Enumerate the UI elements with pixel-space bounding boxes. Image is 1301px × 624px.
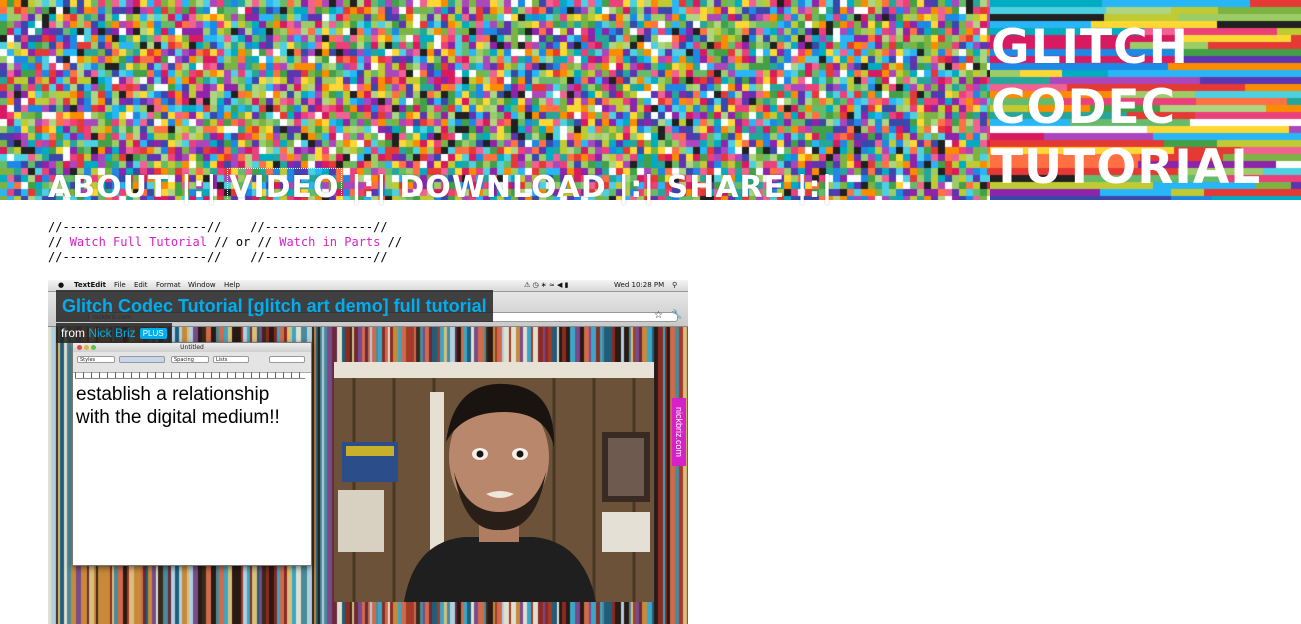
nickbriz-side-tab[interactable]: nickbriz.com [672, 398, 686, 466]
nav-share[interactable]: SHARE [667, 170, 786, 205]
menubar-clock: Wed 10:28 PM [614, 281, 665, 289]
webcam-feed [334, 362, 654, 602]
spacing-select: Spacing [171, 356, 209, 363]
close-dot-icon [77, 345, 82, 350]
list-controls [269, 356, 305, 363]
nav-separator: |:| [606, 170, 667, 205]
ascii-border-top: //--------------------// //-------------… [48, 220, 388, 234]
watch-in-parts-link[interactable]: Watch in Parts [279, 235, 380, 249]
lists-select: Lists [213, 356, 249, 363]
video-links-box: //--------------------// //-------------… [48, 220, 402, 265]
site-title: GLITCH CODEC TUTORIAL [991, 18, 1301, 198]
byline-prefix: from [61, 326, 89, 340]
zoom-dot-icon [91, 345, 96, 350]
textedit-toolbar: Styles Spacing Lists [73, 352, 311, 379]
textedit-document: establish a relationship with the digita… [76, 383, 306, 429]
bookmark-star-icon: ☆ [654, 310, 663, 321]
textedit-titlebar: Untitled [73, 343, 311, 352]
nav-download[interactable]: DOWNLOAD [399, 170, 606, 205]
ascii-suffix: // [380, 235, 403, 249]
ascii-middle: // or // [206, 235, 280, 249]
styles-select: Styles [77, 356, 115, 363]
alignment-buttons [119, 356, 165, 363]
nav-about[interactable]: ABOUT [48, 170, 169, 205]
video-title-link[interactable]: Glitch Codec Tutorial [glitch art demo] … [56, 290, 493, 322]
textedit-window: Untitled Styles Spacing Lists establish … [72, 342, 312, 566]
wrench-icon: 🔧 [671, 310, 683, 320]
nav-separator: |:| [339, 170, 400, 205]
document-line-2: with the digital medium!! [76, 407, 280, 428]
plus-badge: PLUS [139, 328, 167, 339]
document-line-1: establish a relationship [76, 384, 270, 405]
nav-separator: |:| [785, 170, 834, 205]
ascii-border-bottom: //--------------------// //-------------… [48, 250, 388, 264]
nav-separator: |:| [169, 170, 230, 205]
minimize-dot-icon [84, 345, 89, 350]
spotlight-icon: ⚲ [672, 281, 678, 289]
main-nav: ABOUT |:| VIDEO |:| DOWNLOAD |:| SHARE |… [48, 168, 834, 207]
site-title-line-2: CODEC [991, 80, 1177, 135]
nav-video[interactable]: VIDEO [227, 168, 342, 207]
site-title-line-1: GLITCH [991, 20, 1189, 75]
watch-full-tutorial-link[interactable]: Watch Full Tutorial [70, 235, 207, 249]
site-title-line-3: TUTORIAL [991, 140, 1262, 195]
ascii-prefix: // [48, 235, 70, 249]
video-author-link[interactable]: Nick Briz [88, 326, 135, 340]
video-player[interactable]: ● TextEdit File Edit Format Window Help … [48, 280, 688, 624]
textedit-ruler [75, 372, 305, 379]
status-icons: ⚠ ◷ ∗ ≈ ◀ ▮ [524, 281, 569, 289]
webcam-image [334, 362, 654, 602]
video-byline: from Nick Briz PLUS [56, 323, 172, 343]
textedit-window-title: Untitled [180, 344, 204, 351]
